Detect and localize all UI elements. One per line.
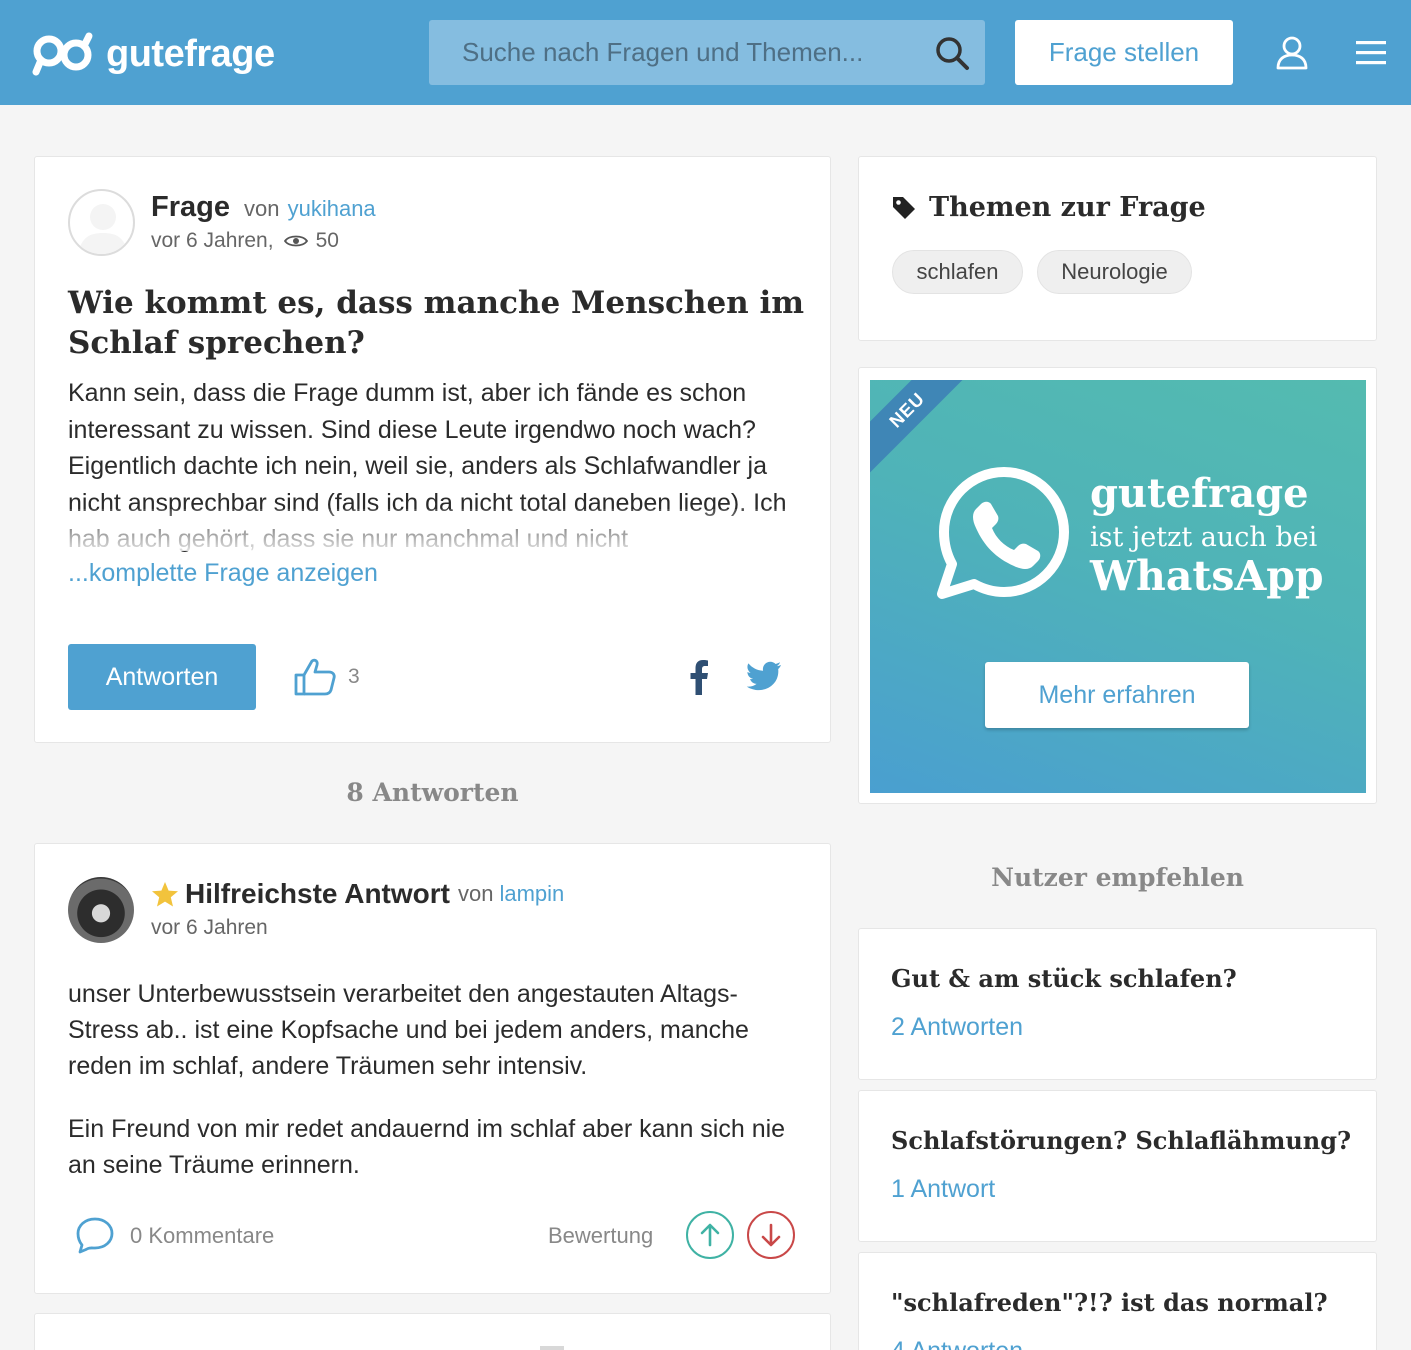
like-count: 3 xyxy=(348,665,360,688)
promo-banner[interactable]: NEU gutefrage ist jetzt auch bei WhatsAp… xyxy=(870,380,1366,793)
topics-heading: Themen zur Frage xyxy=(891,192,1206,223)
search-input[interactable]: Suche nach Fragen und Themen... xyxy=(429,20,985,85)
eye-icon xyxy=(283,235,308,247)
text-fade xyxy=(68,509,808,551)
whatsapp-icon xyxy=(937,467,1069,599)
promo-brand: gutefrage xyxy=(1090,470,1309,517)
recommended-question-title[interactable]: Gut & am stück schlafen? xyxy=(891,964,1237,993)
recommended-question[interactable]: Gut & am stück schlafen? 2 Antworten xyxy=(858,928,1377,1080)
recommended-question-title[interactable]: "schlafreden"?!? ist das normal? xyxy=(891,1288,1328,1317)
answer-paragraph: unser Unterbewusstsein verarbeitet den a… xyxy=(68,980,749,1080)
avatar[interactable] xyxy=(68,189,135,256)
answer-card xyxy=(34,1313,831,1350)
upvote-button[interactable] xyxy=(686,1211,734,1259)
comment-icon[interactable] xyxy=(75,1216,115,1254)
menu-icon[interactable] xyxy=(1354,38,1388,68)
question-label: Frage xyxy=(151,191,230,223)
answers-count-heading: 8 Antworten xyxy=(346,778,519,807)
search-icon[interactable] xyxy=(933,34,971,72)
recommended-answer-count[interactable]: 1 Antwort xyxy=(891,1175,995,1204)
facebook-icon[interactable] xyxy=(685,659,713,695)
by-label: von xyxy=(458,881,494,906)
topic-tag[interactable]: schlafen xyxy=(892,250,1023,294)
recommended-answer-count[interactable]: 2 Antworten xyxy=(891,1013,1023,1042)
logo-icon xyxy=(32,32,93,76)
learn-more-button[interactable]: Mehr erfahren xyxy=(985,662,1249,728)
recommended-question-title[interactable]: Schlafstörungen? Schlaflähmung? xyxy=(891,1126,1351,1155)
recommend-heading: Nutzer empfehlen xyxy=(991,863,1244,892)
answer-paragraph: Ein Freund von mir redet andauernd im sc… xyxy=(68,1115,786,1179)
question-meta: Frage von yukihana xyxy=(151,191,376,224)
logo-text: gutefrage xyxy=(106,32,275,75)
promo-subtitle: ist jetzt auch bei xyxy=(1090,522,1318,553)
answer-card: Hilfreichste Antwort von lampin vor 6 Ja… xyxy=(34,843,831,1294)
show-full-question-link[interactable]: ...komplette Frage anzeigen xyxy=(68,559,378,588)
top-bar: gutefrage Suche nach Fragen und Themen..… xyxy=(0,0,1411,105)
answer-button[interactable]: Antworten xyxy=(68,644,256,710)
promo-product: WhatsApp xyxy=(1090,552,1324,600)
rating-label: Bewertung xyxy=(548,1223,654,1248)
topic-tag[interactable]: Neurologie xyxy=(1037,250,1192,294)
question-title: Wie kommt es, dass manche Menschen im Sc… xyxy=(68,285,805,361)
collapsed-indicator xyxy=(540,1346,564,1350)
comment-count[interactable]: 0 Kommentare xyxy=(130,1223,274,1249)
recommended-answer-count[interactable]: 4 Antworten xyxy=(891,1337,1023,1350)
tag-icon xyxy=(893,196,915,219)
star-icon xyxy=(152,881,178,906)
arrow-up-icon xyxy=(700,1223,720,1247)
thumbs-up-icon[interactable] xyxy=(293,657,337,697)
author-link[interactable]: lampin xyxy=(499,881,564,907)
default-avatar-icon xyxy=(78,204,128,254)
question-card: Frage von yukihana vor 6 Jahren, 50 Wie … xyxy=(34,156,831,743)
recommended-question[interactable]: Schlafstörungen? Schlaflähmung? 1 Antwor… xyxy=(858,1090,1377,1242)
by-label: von xyxy=(244,196,280,221)
search-placeholder: Suche nach Fragen und Themen... xyxy=(462,37,864,67)
twitter-icon[interactable] xyxy=(746,661,782,693)
topics-card: Themen zur Frage schlafen Neurologie xyxy=(858,156,1377,341)
logo[interactable]: gutefrage xyxy=(32,30,275,78)
best-answer-label: Hilfreichste Antwort xyxy=(185,878,450,909)
view-count: 50 xyxy=(315,229,339,252)
topics-title: Themen zur Frage xyxy=(929,192,1206,223)
author-link[interactable]: yukihana xyxy=(288,196,376,221)
downvote-button[interactable] xyxy=(747,1211,795,1259)
answer-meta: Hilfreichste Antwort von lampin xyxy=(151,878,564,910)
question-stats: vor 6 Jahren, 50 xyxy=(151,229,339,253)
user-icon[interactable] xyxy=(1273,34,1311,72)
recommended-question[interactable]: "schlafreden"?!? ist das normal? 4 Antwo… xyxy=(858,1252,1377,1350)
avatar[interactable] xyxy=(68,877,134,943)
question-age: vor 6 Jahren, xyxy=(151,229,274,252)
arrow-down-icon xyxy=(761,1223,781,1247)
answer-age: vor 6 Jahren xyxy=(151,916,268,939)
whatsapp-promo-card: NEU gutefrage ist jetzt auch bei WhatsAp… xyxy=(858,367,1377,804)
ask-question-button[interactable]: Frage stellen xyxy=(1015,20,1233,85)
